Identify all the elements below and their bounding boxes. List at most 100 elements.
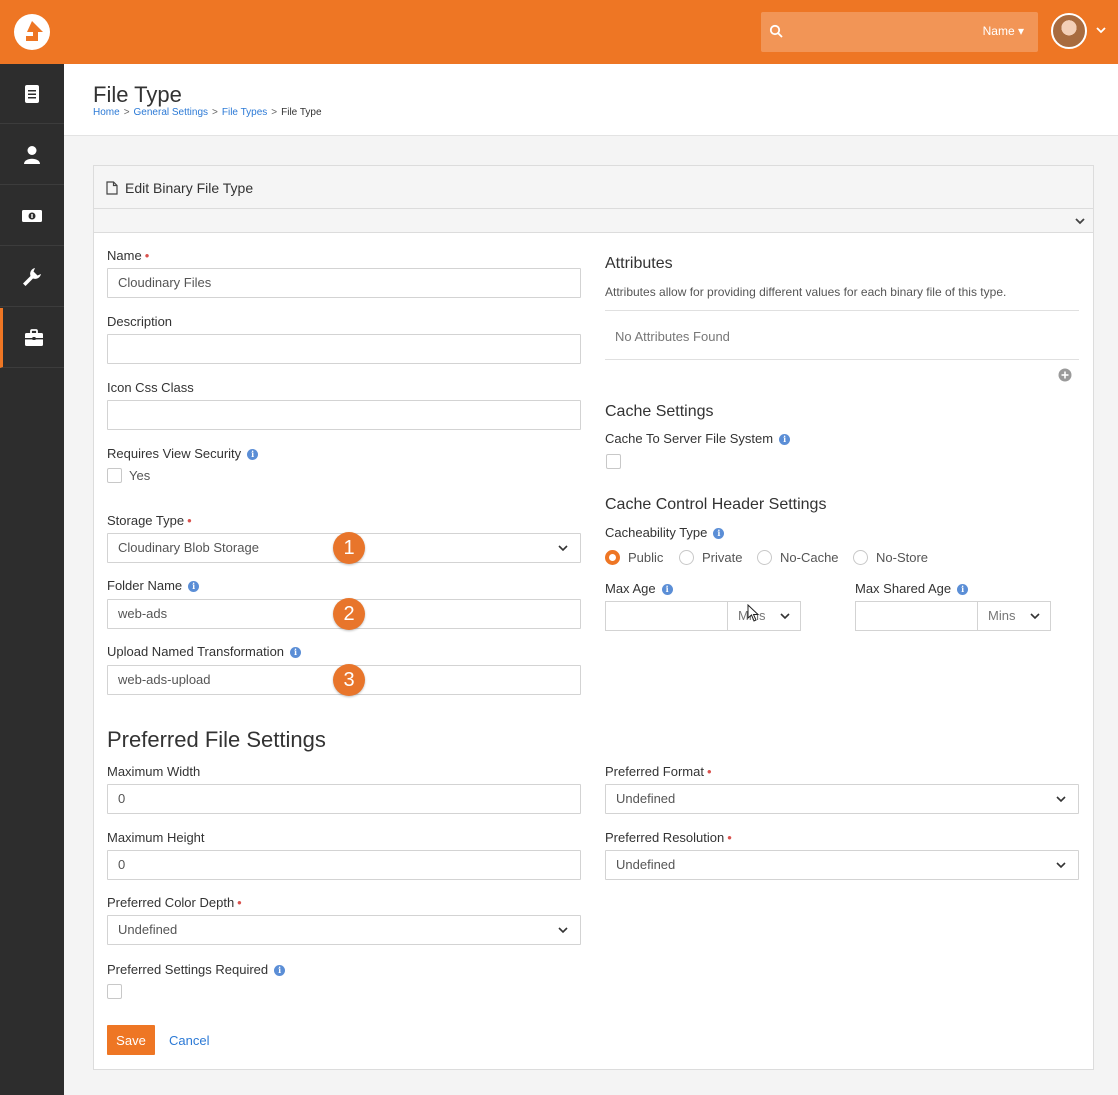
info-icon[interactable]: i — [713, 528, 725, 539]
name-label: Name • — [107, 248, 150, 263]
top-bar: Name ▾ — [0, 0, 1118, 64]
preferred-format-select[interactable]: Undefined — [605, 784, 1079, 814]
radio-public-label: Public — [628, 550, 664, 565]
info-icon[interactable]: i — [957, 584, 969, 595]
max-age-label: Max Age i — [605, 581, 673, 596]
preferred-resolution-label: Preferred Resolution • — [605, 830, 732, 845]
divider — [605, 310, 1079, 311]
search-filter-dropdown[interactable]: Name ▾ — [983, 24, 1024, 38]
person-icon — [24, 145, 40, 164]
breadcrumb-file-types[interactable]: File Types — [222, 107, 267, 118]
avatar[interactable] — [1051, 13, 1087, 49]
mouse-cursor-icon — [747, 604, 760, 622]
sidebar-item-finance[interactable] — [0, 186, 64, 246]
breadcrumb-general-settings[interactable]: General Settings — [134, 107, 209, 118]
info-icon[interactable]: i — [779, 434, 791, 445]
add-attribute-icon[interactable] — [1058, 368, 1072, 382]
max-age-unit-select[interactable]: Mins — [727, 602, 800, 630]
icon-css-label: Icon Css Class — [107, 380, 194, 395]
info-icon[interactable]: i — [274, 965, 286, 976]
sidebar-item-admin[interactable] — [0, 308, 64, 368]
sidebar-item-people[interactable] — [0, 125, 64, 185]
wrench-icon — [23, 267, 41, 286]
callout-badge-3: 3 — [333, 664, 365, 696]
radio-no-cache[interactable] — [757, 550, 772, 565]
breadcrumb-home[interactable]: Home — [93, 107, 120, 118]
radio-private-label: Private — [702, 550, 743, 565]
panel-title: Edit Binary File Type — [125, 180, 254, 196]
cache-settings-heading: Cache Settings — [605, 403, 714, 420]
cache-server-fs-checkbox[interactable] — [606, 454, 621, 469]
page-icon — [25, 84, 39, 103]
max-age-input[interactable]: Mins — [605, 601, 801, 631]
info-icon[interactable]: i — [290, 647, 302, 658]
chevron-down-icon — [1056, 862, 1066, 869]
sidebar-item-pages[interactable] — [0, 64, 64, 124]
file-icon — [106, 181, 118, 195]
briefcase-icon — [24, 328, 43, 346]
cache-control-heading: Cache Control Header Settings — [605, 496, 827, 513]
max-shared-age-unit-select[interactable]: Mins — [977, 602, 1050, 630]
radio-no-cache-label: No-Cache — [780, 550, 839, 565]
upload-transformation-label: Upload Named Transformation i — [107, 644, 302, 659]
cache-server-fs-label: Cache To Server File System i — [605, 431, 791, 446]
max-width-input[interactable]: 0 — [107, 784, 581, 814]
preferred-settings-heading: Preferred File Settings — [107, 727, 326, 752]
max-height-label: Maximum Height — [107, 830, 205, 845]
radio-public[interactable] — [605, 550, 620, 565]
chevron-down-icon — [780, 613, 790, 620]
preferred-format-label: Preferred Format • — [605, 764, 712, 779]
search-bar[interactable]: Name ▾ — [761, 12, 1038, 52]
info-icon[interactable]: i — [661, 584, 673, 595]
sidebar-item-tools[interactable] — [0, 247, 64, 307]
search-icon — [769, 24, 783, 38]
callout-badge-2: 2 — [333, 598, 365, 630]
max-height-input[interactable]: 0 — [107, 850, 581, 880]
attributes-heading: Attributes — [605, 255, 673, 272]
page-title: File Type — [93, 82, 182, 107]
storage-type-label: Storage Type • — [107, 513, 192, 528]
color-depth-label: Preferred Color Depth • — [107, 895, 242, 910]
icon-css-input[interactable] — [107, 400, 581, 430]
chevron-down-icon — [1056, 796, 1066, 803]
chevron-down-icon — [558, 545, 568, 552]
name-input[interactable]: Cloudinary Files — [107, 268, 581, 298]
chevron-down-icon — [558, 927, 568, 934]
settings-required-checkbox[interactable] — [107, 984, 122, 999]
attributes-empty-text: No Attributes Found — [615, 329, 730, 344]
color-depth-select[interactable]: Undefined — [107, 915, 581, 945]
chevron-down-icon[interactable] — [1074, 215, 1086, 227]
preferred-resolution-select[interactable]: Undefined — [605, 850, 1079, 880]
max-width-label: Maximum Width — [107, 764, 201, 779]
info-icon[interactable]: i — [247, 449, 259, 460]
requires-view-security-option: Yes — [129, 468, 151, 483]
settings-required-label: Preferred Settings Required i — [107, 962, 286, 977]
info-icon[interactable]: i — [188, 581, 200, 592]
divider — [605, 359, 1079, 360]
max-shared-age-input[interactable]: Mins — [855, 601, 1051, 631]
requires-view-security-checkbox[interactable] — [107, 468, 122, 483]
breadcrumb-current: File Type — [281, 107, 322, 118]
chevron-down-icon — [1030, 613, 1040, 620]
requires-view-security-label: Requires View Security i — [107, 446, 259, 461]
max-shared-age-label: Max Shared Age i — [855, 581, 969, 596]
panel-header: Edit Binary File Type — [94, 166, 1093, 209]
radio-no-store-label: No-Store — [876, 550, 929, 565]
attributes-description: Attributes allow for providing different… — [605, 285, 1007, 299]
callout-badge-1: 1 — [333, 532, 365, 564]
description-label: Description — [107, 314, 173, 329]
radio-private[interactable] — [679, 550, 694, 565]
panel-drawer — [94, 209, 1093, 233]
save-button[interactable]: Save — [107, 1025, 155, 1055]
radio-no-store[interactable] — [853, 550, 868, 565]
cacheability-type-label: Cacheability Type i — [605, 525, 725, 540]
cancel-link[interactable]: Cancel — [169, 1033, 209, 1048]
folder-name-label: Folder Name i — [107, 578, 200, 593]
description-input[interactable] — [107, 334, 581, 364]
page-header: File Type Home > General Settings > File Typ… — [64, 64, 1118, 136]
money-icon — [22, 209, 42, 222]
breadcrumb: Home > General Settings > File Types > File Ty… — [93, 107, 322, 118]
sidebar — [0, 64, 64, 1095]
rock-logo-icon[interactable] — [14, 14, 50, 50]
chevron-down-icon[interactable] — [1095, 24, 1107, 36]
